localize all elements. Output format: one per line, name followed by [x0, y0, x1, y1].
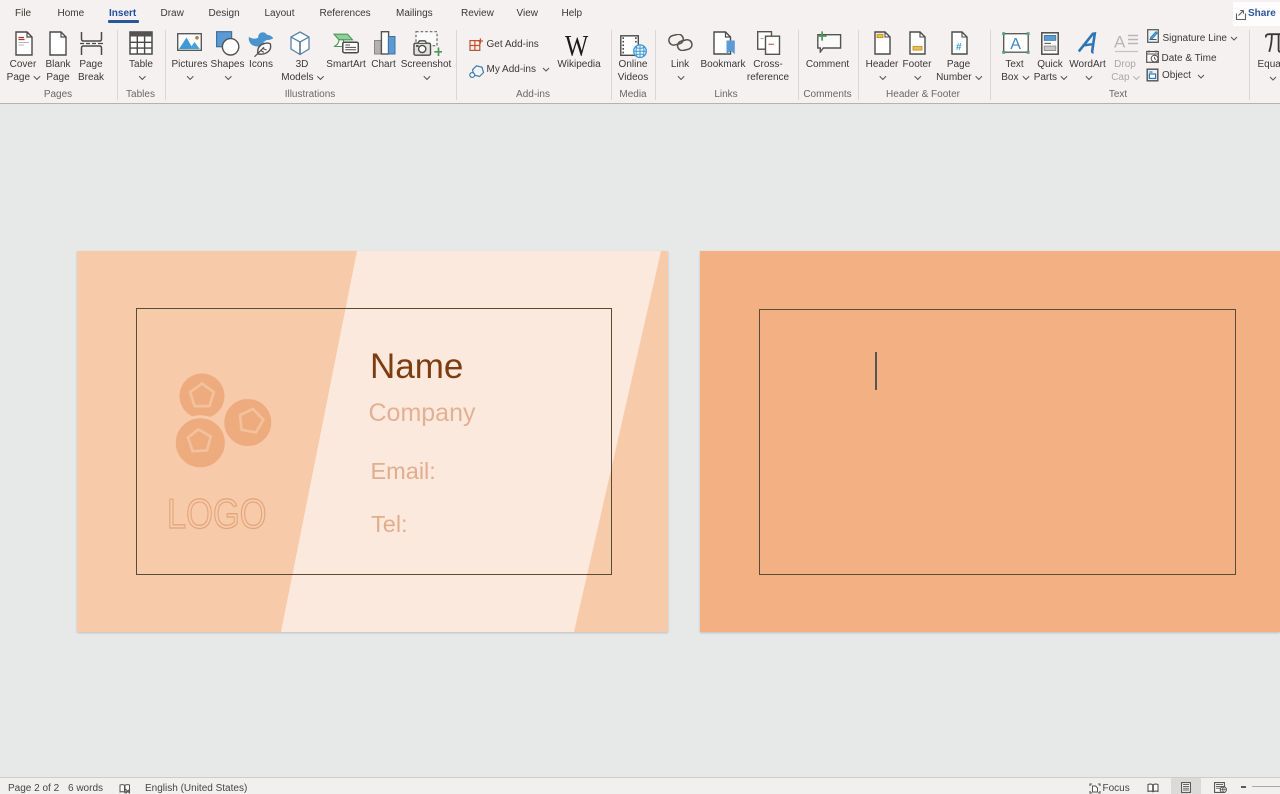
svg-text:#: #: [956, 42, 962, 53]
svg-text:A: A: [1010, 36, 1021, 53]
svg-text:A: A: [1114, 32, 1126, 51]
